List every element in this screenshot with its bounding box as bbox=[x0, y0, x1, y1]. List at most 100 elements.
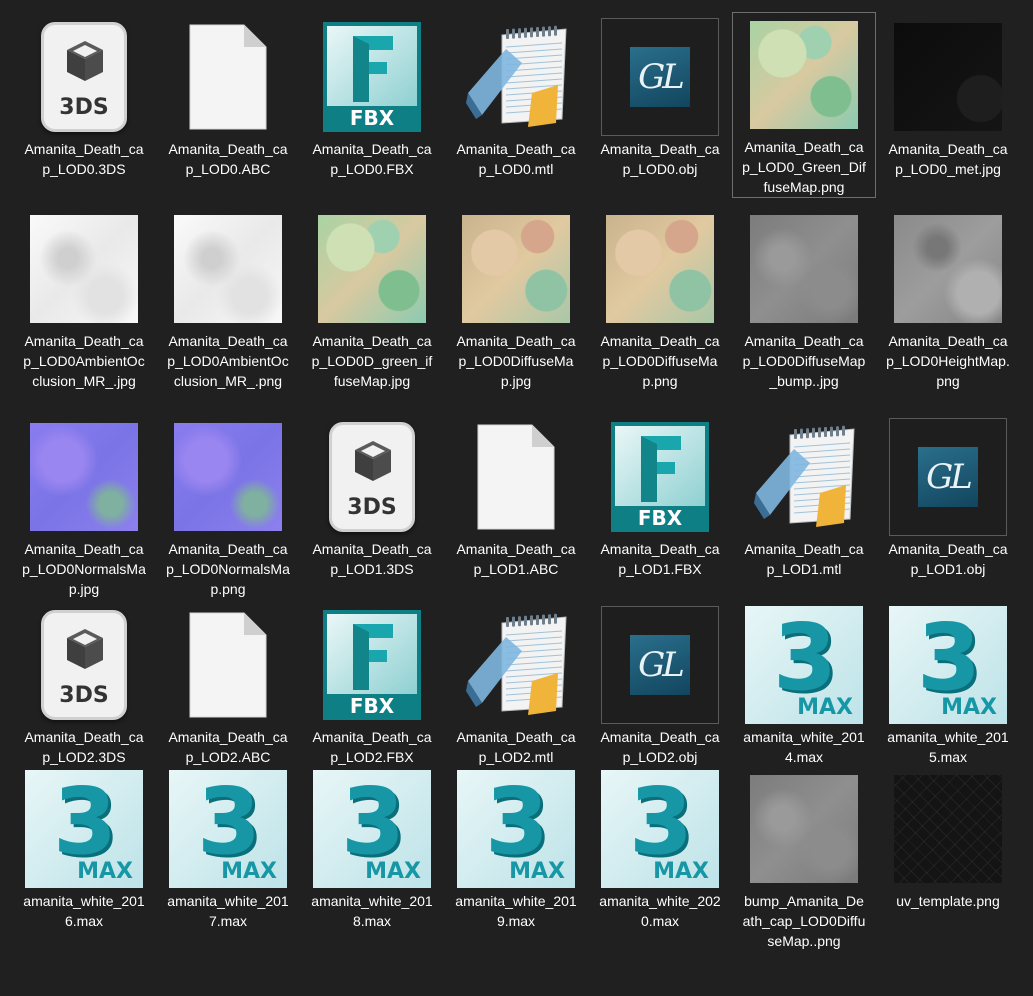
gl-file-icon: GL bbox=[601, 606, 719, 724]
file-name: amanita_white_2014.max bbox=[743, 729, 865, 765]
file-name: Amanita_Death_cap_LOD0NormalsMap.png bbox=[166, 541, 290, 597]
file-thumbnail bbox=[168, 605, 288, 725]
file-item[interactable]: 3 MAX amanita_white_2017.max bbox=[156, 766, 300, 932]
file-item[interactable]: 3DS Amanita_Death_cap_LOD0.3DS bbox=[12, 14, 156, 180]
file-name: Amanita_Death_cap_LOD2.FBX bbox=[312, 729, 432, 765]
file-item[interactable]: 3 MAX amanita_white_2016.max bbox=[12, 766, 156, 932]
file-name: amanita_white_2016.max bbox=[23, 893, 145, 929]
file-thumbnail: 3DS bbox=[24, 605, 144, 725]
file-thumbnail bbox=[312, 209, 432, 329]
file-item[interactable]: Amanita_Death_cap_LOD0.ABC bbox=[156, 14, 300, 180]
file-thumbnail bbox=[744, 15, 864, 135]
file-item[interactable]: Amanita_Death_cap_LOD0DiffuseMap.png bbox=[588, 206, 732, 392]
file-thumbnail bbox=[456, 417, 576, 537]
gl-logo: GL bbox=[630, 635, 690, 695]
file-item[interactable]: Amanita_Death_cap_LOD0AmbientOcclusion_M… bbox=[12, 206, 156, 392]
file-item[interactable]: FBX Amanita_Death_cap_LOD1.FBX bbox=[588, 414, 732, 580]
file-item[interactable]: Amanita_Death_cap_LOD1.mtl bbox=[732, 414, 876, 580]
file-item[interactable]: Amanita_Death_cap_LOD2.mtl bbox=[444, 602, 588, 768]
file-item[interactable]: 3DS Amanita_Death_cap_LOD2.3DS bbox=[12, 602, 156, 768]
normal-map-thumbnail bbox=[30, 423, 138, 531]
height-map-thumbnail bbox=[894, 215, 1002, 323]
green-diffuse-thumbnail bbox=[318, 215, 426, 323]
file-name: Amanita_Death_cap_LOD0NormalsMap.jpg bbox=[22, 541, 146, 597]
file-item[interactable]: Amanita_Death_cap_LOD0_met.jpg bbox=[876, 14, 1020, 180]
file-thumbnail: 3 MAX bbox=[312, 769, 432, 889]
file-name: amanita_white_2018.max bbox=[311, 893, 433, 929]
file-item[interactable]: GL Amanita_Death_cap_LOD1.obj bbox=[876, 414, 1020, 580]
file-thumbnail bbox=[24, 209, 144, 329]
file-thumbnail bbox=[744, 769, 864, 889]
file-name: Amanita_Death_cap_LOD0DiffuseMap.png bbox=[600, 333, 720, 389]
file-item[interactable]: Amanita_Death_cap_LOD1.ABC bbox=[444, 414, 588, 580]
file-item[interactable]: GL Amanita_Death_cap_LOD2.obj bbox=[588, 602, 732, 768]
3dsmax-file-icon: 3 MAX bbox=[25, 770, 143, 888]
file-thumbnail bbox=[888, 769, 1008, 889]
file-name: Amanita_Death_cap_LOD2.ABC bbox=[168, 729, 288, 765]
file-thumbnail bbox=[456, 605, 576, 725]
max-3-glyph: 3 bbox=[773, 606, 838, 711]
file-thumbnail bbox=[744, 417, 864, 537]
file-item[interactable]: uv_template.png bbox=[876, 766, 1020, 912]
file-thumbnail: 3DS bbox=[312, 417, 432, 537]
file-item[interactable]: 3DS Amanita_Death_cap_LOD1.3DS bbox=[300, 414, 444, 580]
file-name: Amanita_Death_cap_LOD0.3DS bbox=[24, 141, 144, 177]
3ds-label: 3DS bbox=[59, 95, 109, 120]
file-name: Amanita_Death_cap_LOD1.FBX bbox=[600, 541, 720, 577]
file-name: amanita_white_2020.max bbox=[599, 893, 721, 929]
max-label: MAX bbox=[653, 859, 709, 884]
file-item[interactable]: 3 MAX amanita_white_2015.max bbox=[876, 602, 1020, 768]
file-thumbnail: FBX bbox=[600, 417, 720, 537]
file-item[interactable]: bump_Amanita_Death_cap_LOD0DiffuseMap..p… bbox=[732, 766, 876, 952]
file-thumbnail bbox=[744, 209, 864, 329]
file-item[interactable]: 3 MAX amanita_white_2014.max bbox=[732, 602, 876, 768]
fbx-file-icon: FBX bbox=[611, 422, 709, 532]
file-name: Amanita_Death_cap_LOD1.mtl bbox=[744, 541, 864, 577]
file-item[interactable]: 3 MAX amanita_white_2018.max bbox=[300, 766, 444, 932]
file-item[interactable]: Amanita_Death_cap_LOD0_Green_DiffuseMap.… bbox=[732, 12, 876, 198]
file-thumbnail: GL bbox=[600, 605, 720, 725]
3ds-file-icon: 3DS bbox=[41, 22, 127, 132]
3dsmax-file-icon: 3 MAX bbox=[169, 770, 287, 888]
file-item[interactable]: 3 MAX amanita_white_2020.max bbox=[588, 766, 732, 932]
blank-file-icon bbox=[476, 423, 556, 531]
file-item[interactable]: Amanita_Death_cap_LOD0HeightMap.png bbox=[876, 206, 1020, 392]
3ds-file-icon: 3DS bbox=[41, 610, 127, 720]
file-thumbnail: 3 MAX bbox=[456, 769, 576, 889]
blank-file-icon bbox=[188, 611, 268, 719]
file-item[interactable]: Amanita_Death_cap_LOD0DiffuseMap.jpg bbox=[444, 206, 588, 392]
file-item[interactable]: Amanita_Death_cap_LOD0NormalsMap.png bbox=[156, 414, 300, 600]
file-name: Amanita_Death_cap_LOD1.3DS bbox=[312, 541, 432, 577]
file-name: Amanita_Death_cap_LOD0.mtl bbox=[456, 141, 576, 177]
max-3-glyph: 3 bbox=[485, 770, 550, 875]
gl-logo: GL bbox=[918, 447, 978, 507]
file-name: Amanita_Death_cap_LOD0DiffuseMap_bump..j… bbox=[742, 333, 866, 389]
max-3-glyph: 3 bbox=[341, 770, 406, 875]
file-name: Amanita_Death_cap_LOD0_Green_DiffuseMap.… bbox=[742, 139, 866, 195]
green-diffuse-thumbnail bbox=[750, 21, 858, 129]
gl-logo: GL bbox=[630, 47, 690, 107]
file-item[interactable]: Amanita_Death_cap_LOD0D_green_iffuseMap.… bbox=[300, 206, 444, 392]
file-item[interactable]: GL Amanita_Death_cap_LOD0.obj bbox=[588, 14, 732, 180]
file-item[interactable]: Amanita_Death_cap_LOD2.ABC bbox=[156, 602, 300, 768]
file-name: Amanita_Death_cap_LOD0AmbientOcclusion_M… bbox=[167, 333, 289, 389]
file-thumbnail bbox=[600, 209, 720, 329]
file-name: amanita_white_2019.max bbox=[455, 893, 577, 929]
file-item[interactable]: Amanita_Death_cap_LOD0DiffuseMap_bump..j… bbox=[732, 206, 876, 392]
file-thumbnail bbox=[168, 209, 288, 329]
file-thumbnail: 3 MAX bbox=[744, 605, 864, 725]
file-name: Amanita_Death_cap_LOD0.ABC bbox=[168, 141, 288, 177]
file-item[interactable]: Amanita_Death_cap_LOD0NormalsMap.jpg bbox=[12, 414, 156, 600]
file-item[interactable]: FBX Amanita_Death_cap_LOD0.FBX bbox=[300, 14, 444, 180]
metal-map-thumbnail bbox=[894, 23, 1002, 131]
max-3-glyph: 3 bbox=[197, 770, 262, 875]
diffuse-map-thumbnail bbox=[462, 215, 570, 323]
file-item[interactable]: Amanita_Death_cap_LOD0AmbientOcclusion_M… bbox=[156, 206, 300, 392]
gl-file-icon: GL bbox=[601, 18, 719, 136]
file-item[interactable]: 3 MAX amanita_white_2019.max bbox=[444, 766, 588, 932]
file-name: amanita_white_2015.max bbox=[887, 729, 1009, 765]
fbx-file-icon: FBX bbox=[323, 22, 421, 132]
file-item[interactable]: Amanita_Death_cap_LOD0.mtl bbox=[444, 14, 588, 180]
file-name: uv_template.png bbox=[896, 893, 1000, 909]
file-item[interactable]: FBX Amanita_Death_cap_LOD2.FBX bbox=[300, 602, 444, 768]
